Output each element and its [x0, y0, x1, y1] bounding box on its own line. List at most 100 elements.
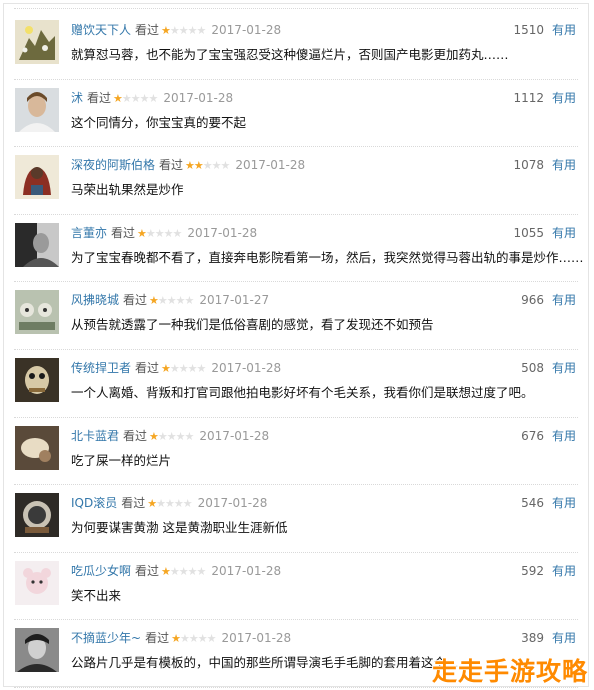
- avatar[interactable]: [15, 290, 59, 335]
- comment-text: 公路片几乎是有模板的，中国的那些所谓导演毛手毛脚的套用着这个……: [71, 655, 472, 671]
- vote-count: 508: [521, 360, 544, 375]
- star-empty-icon: ★: [156, 497, 166, 511]
- watched-status: 看过: [159, 158, 184, 173]
- vote-count: 1510: [513, 23, 544, 37]
- username-link[interactable]: 不摘蓝少年~: [71, 631, 141, 645]
- comment-item: 北卡蓝君 看过 ★★★★★ 2017-01-28 676 有用 吃了屎一样的烂片: [0, 418, 594, 486]
- star-empty-icon: ★: [163, 226, 174, 240]
- rating-stars: ★★★★★: [147, 496, 193, 512]
- vote-area: 966 有用: [521, 292, 576, 308]
- comment-text: 为了宝宝春晚都不看了，直接奔电影院看第一场，然后，我突然觉得马蓉出轨的事是炒作……: [71, 249, 584, 265]
- rating-stars: ★★★★★: [161, 23, 207, 39]
- star-empty-icon: ★: [157, 294, 168, 308]
- star-empty-icon: ★: [182, 497, 193, 511]
- vote-count: 1055: [513, 225, 544, 240]
- watched-status: 看过: [135, 360, 160, 375]
- useful-button[interactable]: 有用: [552, 293, 576, 307]
- star-empty-icon: ★: [148, 91, 159, 105]
- avatar[interactable]: [15, 425, 59, 470]
- username-link[interactable]: 风拂晓城: [71, 293, 119, 307]
- star-empty-icon: ★: [187, 564, 198, 578]
- comment-meta: 不摘蓝少年~ 看过 ★★★★★ 2017-01-28: [71, 630, 291, 647]
- rating-stars: ★★★★★: [171, 631, 216, 647]
- username-link[interactable]: 传统捍卫者: [71, 361, 131, 375]
- star-empty-icon: ★: [145, 226, 156, 240]
- star-empty-icon: ★: [157, 429, 168, 443]
- useful-button[interactable]: 有用: [552, 23, 576, 37]
- comment-item: 风拂晓城 看过 ★★★★★ 2017-01-27 966 有用 从预告就透露了一种我们是…: [0, 282, 594, 350]
- comment-meta: 深夜的阿斯伯格 看过 ★★★★★ 2017-01-28: [71, 157, 305, 174]
- comment-date: 2017-01-28: [211, 360, 282, 375]
- comment-item: 吃瓜少女啊 看过 ★★★★★ 2017-01-28 592 有用 笑不出来: [0, 553, 594, 621]
- vote-count: 546: [521, 496, 544, 511]
- star-empty-icon: ★: [196, 24, 207, 37]
- star-filled-icon: ★: [161, 361, 171, 375]
- avatar[interactable]: [15, 357, 59, 402]
- useful-button[interactable]: 有用: [552, 158, 576, 172]
- comment-meta: 言董亦 看过 ★★★★★ 2017-01-28: [71, 225, 257, 242]
- useful-button[interactable]: 有用: [552, 496, 576, 510]
- star-filled-icon: ★: [161, 564, 171, 578]
- vote-area: 676 有用: [521, 428, 576, 444]
- username-link[interactable]: 深夜的阿斯伯格: [71, 158, 155, 172]
- useful-button[interactable]: 有用: [552, 564, 576, 578]
- comment-item: 沭看过 ★★★★★ 2017-01-28 1112 有用 这个同情分，你宝宝真的要不起: [0, 80, 594, 148]
- star-empty-icon: ★: [184, 294, 195, 308]
- vote-count: 592: [521, 563, 544, 578]
- comment-meta: 传统捍卫者 看过 ★★★★★ 2017-01-28: [71, 360, 281, 377]
- star-empty-icon: ★: [166, 429, 177, 443]
- username-link[interactable]: 沭: [71, 91, 83, 105]
- vote-area: 1055 有用: [513, 225, 576, 241]
- rating-stars: ★★★★★: [161, 361, 206, 377]
- vote-area: 389 有用: [521, 630, 576, 646]
- vote-area: 1112 有用: [513, 90, 576, 106]
- avatar[interactable]: [15, 628, 59, 673]
- watched-status: 看过: [123, 293, 148, 308]
- useful-button[interactable]: 有用: [552, 226, 576, 240]
- comment-meta: 沭看过 ★★★★★ 2017-01-28: [71, 90, 233, 107]
- star-empty-icon: ★: [121, 91, 132, 105]
- rating-stars: ★★★★★: [113, 91, 159, 107]
- useful-button[interactable]: 有用: [552, 631, 576, 645]
- star-filled-icon: ★: [193, 159, 204, 173]
- comment-date: 2017-01-28: [211, 563, 282, 578]
- useful-button[interactable]: 有用: [552, 361, 576, 375]
- comment-item: IQD滚员 看过 ★★★★★ 2017-01-28 546 有用 为何要谋害黄渤 这是黄…: [0, 485, 594, 553]
- username-link[interactable]: IQD滚员: [71, 496, 117, 510]
- useful-button[interactable]: 有用: [552, 91, 576, 105]
- username-link[interactable]: 吃瓜少女啊: [71, 564, 131, 578]
- avatar[interactable]: [15, 87, 59, 132]
- vote-area: 508 有用: [521, 360, 576, 376]
- star-empty-icon: ★: [175, 294, 186, 308]
- site-watermark: 走走手游攻略: [431, 657, 588, 686]
- star-empty-icon: ★: [178, 564, 189, 578]
- avatar[interactable]: [15, 222, 59, 267]
- vote-count: 1112: [513, 90, 544, 105]
- watched-status: 看过: [135, 563, 160, 578]
- vote-area: 1510 有用: [513, 22, 576, 38]
- avatar[interactable]: [15, 155, 59, 200]
- avatar[interactable]: [15, 493, 59, 538]
- star-empty-icon: ★: [211, 159, 222, 173]
- star-filled-icon: ★: [161, 24, 171, 37]
- comment-text: 一个人离婚、背叛和打官司跟他拍电影好坏有个毛关系，我看你们是联想过度了吧。: [71, 384, 534, 400]
- star-empty-icon: ★: [187, 361, 198, 375]
- username-link[interactable]: 赠饮天下人: [71, 23, 131, 37]
- star-empty-icon: ★: [187, 24, 198, 37]
- comment-text: 马荣出轨果然是炒作: [71, 182, 184, 198]
- useful-button[interactable]: 有用: [552, 429, 576, 443]
- star-empty-icon: ★: [179, 632, 190, 646]
- star-empty-icon: ★: [165, 497, 175, 511]
- username-link[interactable]: 言董亦: [71, 226, 107, 240]
- avatar[interactable]: [15, 20, 59, 64]
- vote-area: 1078 有用: [513, 157, 576, 173]
- rating-stars: ★★★★★: [185, 158, 230, 174]
- avatar[interactable]: [15, 560, 59, 605]
- star-empty-icon: ★: [169, 564, 180, 578]
- comment-item: 言董亦 看过 ★★★★★ 2017-01-28 1055 有用 为了宝宝春晚都不看了，直…: [0, 215, 594, 283]
- username-link[interactable]: 北卡蓝君: [71, 429, 119, 443]
- comment-meta: IQD滚员 看过 ★★★★★ 2017-01-28: [71, 495, 267, 512]
- vote-count: 676: [521, 428, 544, 443]
- comment-text: 就算怼马蓉，也不能为了宝宝强忍受这种傻逼烂片，否则国产电影更加药丸……: [71, 47, 509, 62]
- star-empty-icon: ★: [196, 564, 207, 578]
